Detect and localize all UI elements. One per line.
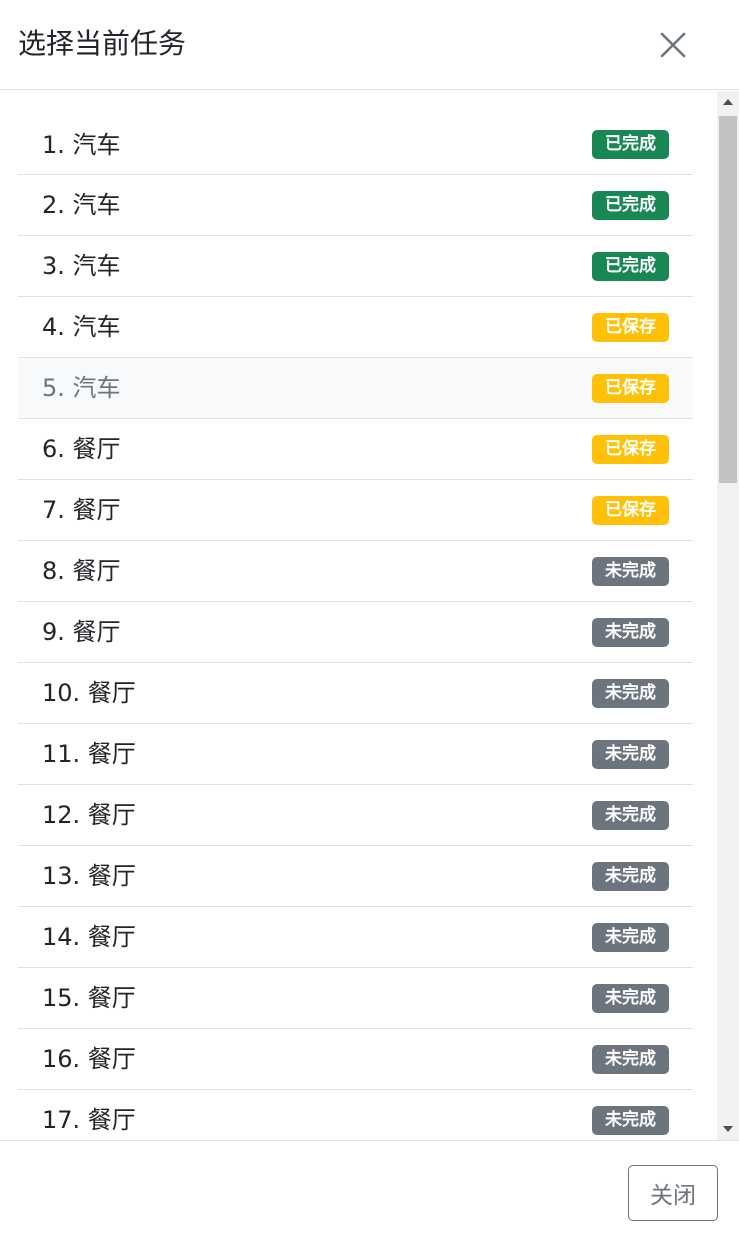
modal-title: 选择当前任务 [18, 27, 187, 60]
close-footer-button[interactable]: 关闭 [628, 1165, 718, 1221]
task-label: 9. 餐厅 [42, 618, 121, 646]
task-label: 15. 餐厅 [42, 984, 136, 1012]
task-label: 7. 餐厅 [42, 496, 121, 524]
status-badge: 已保存 [592, 373, 669, 403]
status-badge: 未完成 [592, 1105, 669, 1135]
task-list-item[interactable]: 3. 汽车 已完成 [18, 236, 693, 297]
task-list-item[interactable]: 16. 餐厅 未完成 [18, 1029, 693, 1090]
task-list-item[interactable]: 1. 汽车 已完成 [18, 115, 693, 175]
task-list: 1. 汽车 已完成 2. 汽车 已完成 3. 汽车 已完成 4. 汽车 已保存 5. 汽车 已保存… [18, 115, 693, 1140]
status-badge: 已完成 [592, 190, 669, 220]
status-badge: 未完成 [592, 800, 669, 830]
scroll-down-arrow-icon[interactable] [717, 1118, 739, 1140]
task-label: 6. 餐厅 [42, 435, 121, 463]
task-list-item[interactable]: 13. 餐厅 未完成 [18, 846, 693, 907]
task-list-item[interactable]: 9. 餐厅 未完成 [18, 602, 693, 663]
status-badge: 未完成 [592, 739, 669, 769]
close-button[interactable] [652, 24, 694, 66]
task-label: 13. 餐厅 [42, 862, 136, 890]
close-icon [660, 32, 686, 58]
scrollbar[interactable] [717, 91, 739, 1140]
modal-header: 选择当前任务 [0, 0, 739, 90]
task-label: 11. 餐厅 [42, 740, 136, 768]
task-label: 10. 餐厅 [42, 679, 136, 707]
task-label: 1. 汽车 [42, 130, 121, 159]
task-list-item[interactable]: 11. 餐厅 未完成 [18, 724, 693, 785]
task-list-item[interactable]: 15. 餐厅 未完成 [18, 968, 693, 1029]
task-list-item[interactable]: 7. 餐厅 已保存 [18, 480, 693, 541]
task-list-item[interactable]: 5. 汽车 已保存 [18, 358, 693, 419]
task-label: 2. 汽车 [42, 191, 121, 219]
status-badge: 未完成 [592, 1044, 669, 1074]
status-badge: 已保存 [592, 312, 669, 342]
task-list-item[interactable]: 12. 餐厅 未完成 [18, 785, 693, 846]
task-label: 5. 汽车 [42, 374, 121, 402]
task-select-modal: 选择当前任务 1. 汽车 已完成 2. 汽车 已完成 3. 汽车 已完成 4. 汽车 已保存 5… [0, 0, 739, 1241]
task-list-item[interactable]: 17. 餐厅 未完成 [18, 1090, 693, 1140]
modal-body: 1. 汽车 已完成 2. 汽车 已完成 3. 汽车 已完成 4. 汽车 已保存 5. 汽车 已保存… [0, 91, 739, 1140]
status-badge: 已完成 [592, 130, 669, 159]
status-badge: 未完成 [592, 678, 669, 708]
task-list-item[interactable]: 10. 餐厅 未完成 [18, 663, 693, 724]
task-list-item[interactable]: 6. 餐厅 已保存 [18, 419, 693, 480]
task-list-item[interactable]: 8. 餐厅 未完成 [18, 541, 693, 602]
task-label: 14. 餐厅 [42, 923, 136, 951]
scroll-up-arrow-icon[interactable] [717, 91, 739, 113]
status-badge: 未完成 [592, 983, 669, 1013]
task-label: 17. 餐厅 [42, 1106, 136, 1134]
task-label: 12. 餐厅 [42, 801, 136, 829]
status-badge: 未完成 [592, 617, 669, 647]
task-list-item[interactable]: 4. 汽车 已保存 [18, 297, 693, 358]
task-label: 3. 汽车 [42, 252, 121, 280]
status-badge: 已完成 [592, 251, 669, 281]
modal-footer: 关闭 [0, 1140, 739, 1241]
task-list-item[interactable]: 2. 汽车 已完成 [18, 175, 693, 236]
status-badge: 已保存 [592, 434, 669, 464]
status-badge: 未完成 [592, 556, 669, 586]
status-badge: 未完成 [592, 922, 669, 952]
scroll-thumb[interactable] [719, 116, 737, 483]
task-label: 16. 餐厅 [42, 1045, 136, 1073]
task-label: 4. 汽车 [42, 313, 121, 341]
task-label: 8. 餐厅 [42, 557, 121, 585]
task-list-item[interactable]: 14. 餐厅 未完成 [18, 907, 693, 968]
status-badge: 已保存 [592, 495, 669, 525]
status-badge: 未完成 [592, 861, 669, 891]
